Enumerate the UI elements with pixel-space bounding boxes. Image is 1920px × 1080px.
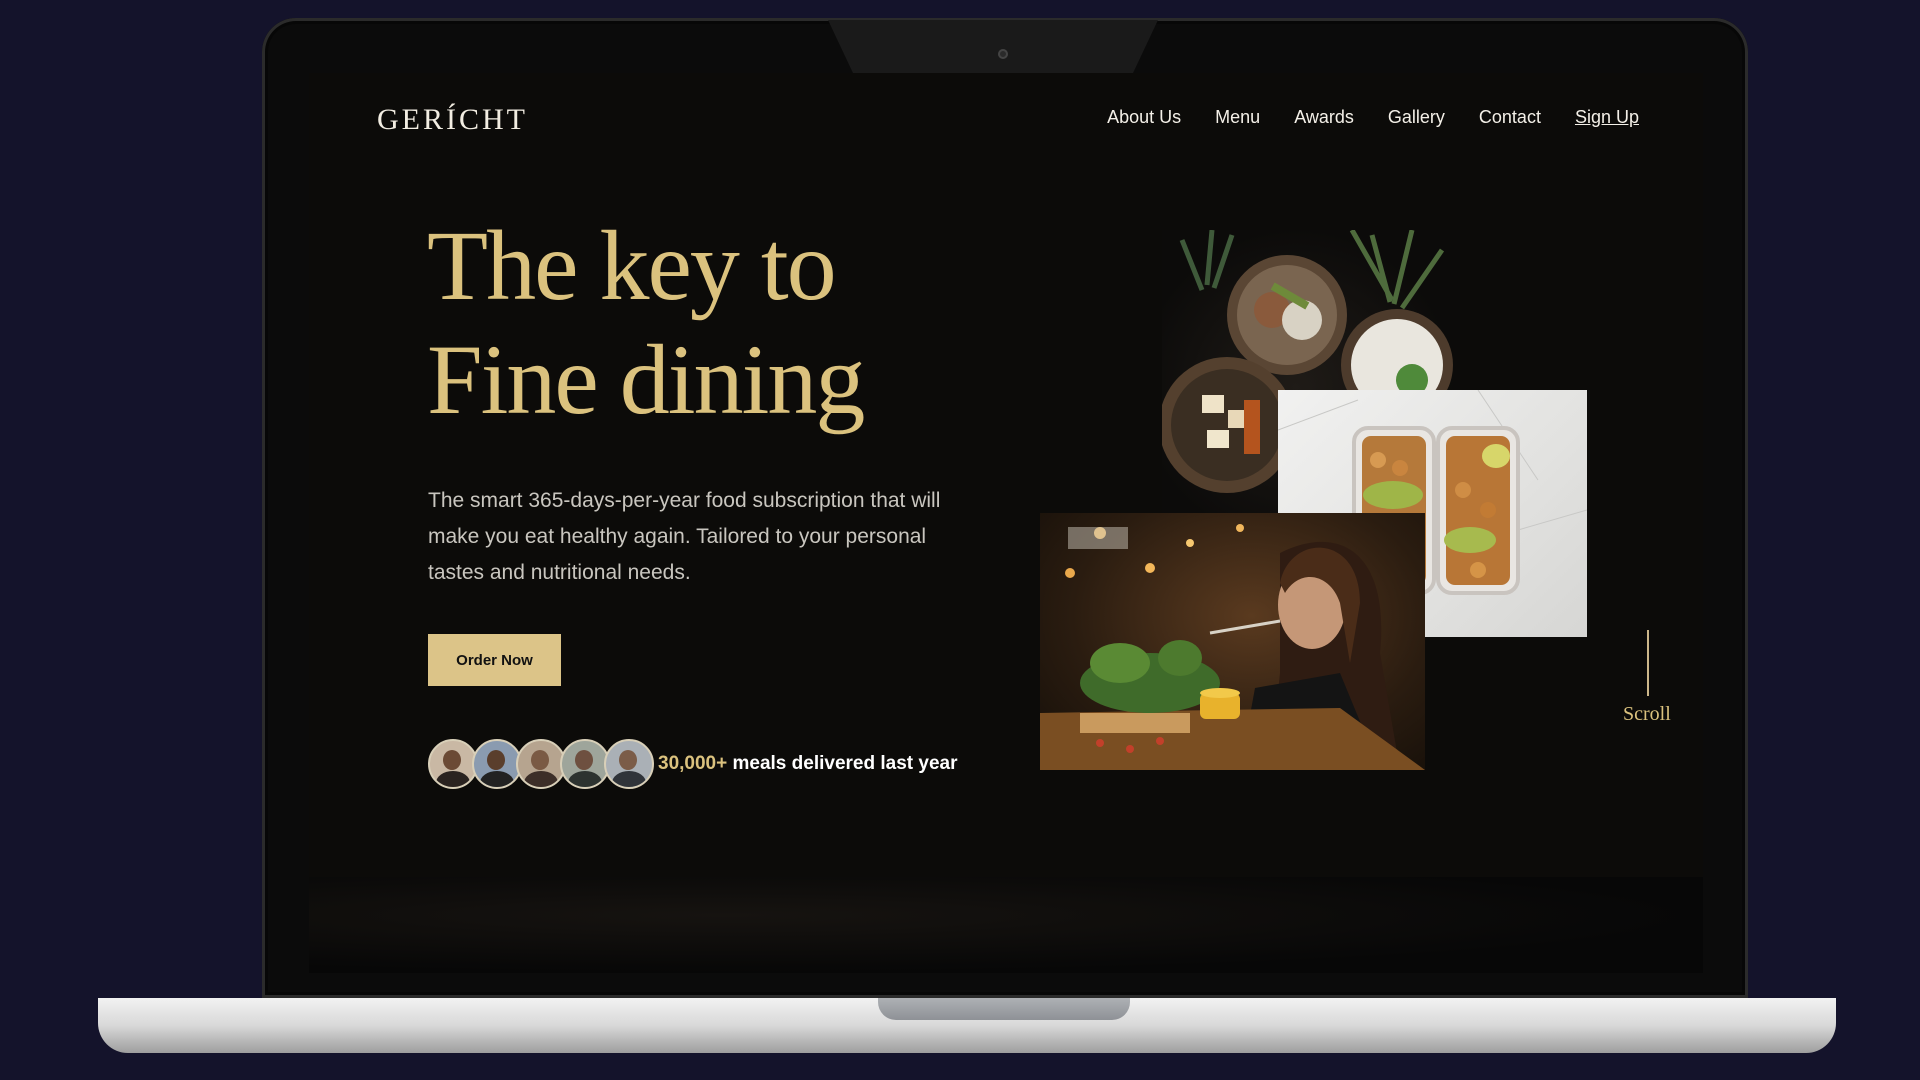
avatar [516, 739, 566, 789]
nav-link-contact[interactable]: Contact [1479, 107, 1541, 128]
hero-title: The key to Fine dining [427, 209, 865, 437]
nav-link-gallery[interactable]: Gallery [1388, 107, 1445, 128]
avatar [472, 739, 522, 789]
woman-dining-image [1040, 513, 1425, 770]
order-now-button[interactable]: Order Now [428, 634, 561, 686]
nav-link-menu[interactable]: Menu [1215, 107, 1260, 128]
meals-label: meals delivered last year [727, 753, 958, 774]
avatar [604, 739, 654, 789]
webcam-icon [998, 49, 1008, 59]
nav-link-about[interactable]: About Us [1107, 107, 1181, 128]
meals-delivered-stat: 30,000+ meals delivered last year [658, 753, 957, 775]
avatar [560, 739, 610, 789]
hero-title-line1: The key to [427, 210, 837, 321]
main-nav: About Us Menu Awards Gallery Contact Sig… [1107, 107, 1639, 128]
nav-link-signup[interactable]: Sign Up [1575, 107, 1639, 128]
website-screen: GERÍCHT About Us Menu Awards Gallery Con… [309, 73, 1703, 973]
hero-description: The smart 365-days-per-year food subscri… [428, 489, 941, 584]
camera-notch [828, 20, 1158, 76]
next-section-preview [309, 877, 1703, 973]
avatar [428, 739, 478, 789]
customer-avatars [428, 739, 654, 789]
scroll-indicator-line [1647, 630, 1649, 696]
laptop-opening-groove [878, 998, 1130, 1020]
scroll-label[interactable]: Scroll [1623, 703, 1671, 726]
meals-count: 30,000+ [658, 753, 728, 774]
hero-title-line2: Fine dining [427, 324, 865, 435]
nav-link-awards[interactable]: Awards [1294, 107, 1354, 128]
brand-logo[interactable]: GERÍCHT [377, 103, 528, 137]
